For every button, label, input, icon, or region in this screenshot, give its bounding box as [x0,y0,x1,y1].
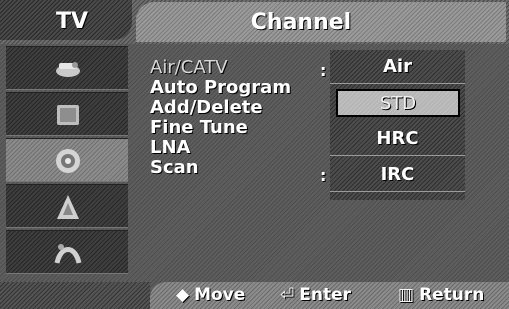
sound-icon [57,105,79,125]
menu-item-auto-program[interactable]: Auto Program [150,78,340,98]
move-icon: ◆ [176,285,190,305]
page-title: Channel [250,10,352,35]
menu-item-add-delete[interactable]: Add/Delete [150,98,340,118]
sidebar-item-picture[interactable] [6,46,128,90]
sidebar-item-setup[interactable] [6,184,128,228]
option-hrc[interactable]: HRC [330,122,465,156]
tv-menu-screen: TV Channel Air/CATV Auto Program Add/Del… [0,0,509,309]
footer-hints: ◆ Move ⏎ Enter ▥ Return [150,282,509,309]
value-separator-lna: : [320,166,327,185]
sidebar-item-sound[interactable] [6,92,128,136]
option-std[interactable]: STD [336,89,460,117]
channel-menu-list: Air/CATV Auto Program Add/Delete Fine Tu… [150,58,340,178]
return-icon: ▥ [398,285,415,305]
tab-channel[interactable]: Channel [136,2,506,42]
hint-return: ▥ Return [398,285,484,305]
enter-icon: ⏎ [280,285,295,305]
sidebar-item-input[interactable] [6,230,128,274]
hint-move: ◆ Move [176,285,245,305]
value-separator-air-catv: : [320,61,327,80]
picture-icon [56,62,80,77]
menu-item-lna[interactable]: LNA [150,138,340,158]
sidebar [6,46,128,278]
air-catv-options-panel: Air STD HRC IRC [330,50,465,200]
hint-return-label: Return [419,285,485,305]
tab-tv-label: TV [56,9,89,34]
menu-item-scan[interactable]: Scan [150,158,340,178]
option-air[interactable]: Air [330,50,465,84]
menu-header: TV Channel [0,0,509,44]
setup-icon [57,195,79,219]
sidebar-item-channel[interactable] [6,138,128,182]
menu-item-fine-tune[interactable]: Fine Tune [150,118,340,138]
hint-enter: ⏎ Enter [280,285,351,305]
hint-move-label: Move [194,285,246,305]
input-icon [54,244,82,264]
tab-tv[interactable]: TV [0,0,132,40]
hint-enter-label: Enter [299,285,352,305]
menu-item-air-catv[interactable]: Air/CATV [150,58,340,78]
option-irc[interactable]: IRC [330,158,465,192]
channel-icon [56,149,80,173]
footer-left-strip [0,282,150,309]
